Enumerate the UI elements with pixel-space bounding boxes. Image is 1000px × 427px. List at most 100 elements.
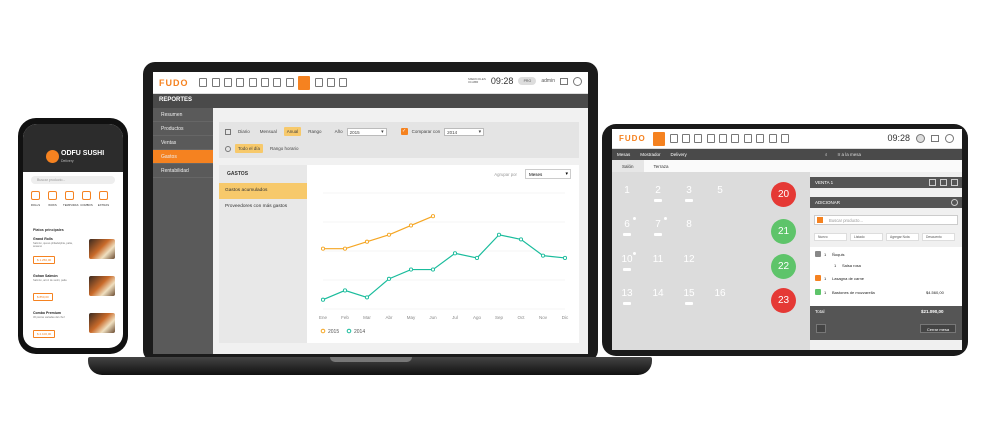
- wallet-icon[interactable]: [756, 134, 765, 143]
- wallet-icon[interactable]: [314, 78, 323, 87]
- cash-register-icon[interactable]: [706, 134, 715, 143]
- globe-icon[interactable]: [339, 78, 348, 87]
- gastos-item-proveedores[interactable]: Proveedores con más gastos: [219, 199, 307, 215]
- category-woks[interactable]: WOKS: [46, 191, 59, 207]
- table-21[interactable]: 21: [771, 219, 796, 244]
- order-row[interactable]: 1 Lasagna de carne: [810, 273, 962, 284]
- table-8[interactable]: 8: [678, 215, 700, 237]
- button-agregar-nota[interactable]: Agregar Nota: [886, 233, 919, 241]
- chart-icon[interactable]: [211, 78, 220, 87]
- table-22[interactable]: 22: [771, 254, 796, 279]
- truck-icon[interactable]: [273, 78, 282, 87]
- category-extras[interactable]: EXTRAS: [97, 191, 110, 207]
- cash-register-icon[interactable]: [248, 78, 257, 87]
- year-select[interactable]: 2015: [346, 127, 387, 136]
- user-name[interactable]: admin: [541, 78, 555, 84]
- sidebar-item-gastos[interactable]: Gastos: [153, 150, 213, 164]
- fudo-logo[interactable]: FUDO: [159, 78, 197, 88]
- plate-price[interactable]: $ 2.100,00: [33, 330, 56, 338]
- period-diario[interactable]: Diario: [235, 127, 253, 136]
- nav-mostrador[interactable]: Mostrador: [635, 149, 665, 160]
- globe-icon[interactable]: [780, 134, 789, 143]
- table-5[interactable]: 5: [709, 181, 731, 203]
- nav-mesas[interactable]: Mesas: [612, 149, 635, 160]
- table-23[interactable]: 23: [771, 288, 796, 313]
- table-14[interactable]: 14: [647, 284, 669, 306]
- scope-rango-horario[interactable]: Rango horario: [267, 144, 302, 153]
- category-rolls[interactable]: ROLLS: [29, 191, 42, 207]
- table-10[interactable]: 10: [616, 250, 638, 272]
- plate-card[interactable]: Grand Rolls Salmón, queso philadelphia, …: [33, 237, 115, 267]
- tab-terraza[interactable]: Terraza: [644, 160, 679, 172]
- table-7[interactable]: 7: [647, 215, 669, 237]
- table-16[interactable]: 16: [709, 284, 731, 306]
- close-table-button[interactable]: Cerrar mesa: [920, 324, 956, 333]
- utensils-icon[interactable]: [199, 78, 208, 87]
- nav-delivery[interactable]: Delivery: [666, 149, 692, 160]
- settings-icon[interactable]: [916, 133, 925, 143]
- table-11[interactable]: 11: [647, 250, 669, 272]
- table-20[interactable]: 20: [771, 182, 796, 207]
- sidebar-item-ventas[interactable]: Ventas: [153, 136, 213, 150]
- button-nuevo[interactable]: Nuevo: [814, 233, 847, 241]
- period-mensual[interactable]: Mensual: [257, 127, 280, 136]
- plate-card[interactable]: Combo Premium 30 piezas variadas del che…: [33, 311, 115, 341]
- tab-salon[interactable]: Salón: [612, 160, 644, 172]
- people-icon[interactable]: [261, 78, 270, 87]
- category-combos[interactable]: COMBOS: [80, 191, 93, 207]
- edit-icon[interactable]: [951, 179, 958, 186]
- order-row[interactable]: 1 Ñoquis: [810, 249, 962, 260]
- group-by-select[interactable]: Meses: [525, 169, 571, 179]
- box-icon[interactable]: [285, 78, 294, 87]
- sidebar-item-resumen[interactable]: Resumen: [153, 108, 213, 122]
- store-icon[interactable]: [326, 78, 335, 87]
- table-2[interactable]: 2: [647, 181, 669, 203]
- table-13[interactable]: 13: [616, 284, 638, 306]
- phone-search-input[interactable]: Buscar producto...: [31, 176, 115, 184]
- go-to-table-input[interactable]: ⌕ Ir a la mesa: [820, 149, 871, 160]
- table-1[interactable]: 1: [616, 181, 638, 203]
- order-row[interactable]: 1 Salsa rosa: [810, 260, 962, 271]
- help-icon[interactable]: [573, 76, 582, 86]
- pro-badge[interactable]: PRO: [518, 77, 537, 85]
- truck-icon[interactable]: [731, 134, 740, 143]
- document-icon[interactable]: [236, 78, 245, 87]
- button-listado[interactable]: Listado: [850, 233, 883, 241]
- table-3[interactable]: 3: [678, 181, 700, 203]
- plate-price[interactable]: $ 1.250,00: [33, 256, 56, 264]
- sidebar-item-rentabilidad[interactable]: Rentabilidad: [153, 164, 213, 178]
- mail-icon[interactable]: [560, 77, 568, 85]
- utensils-icon[interactable]: [653, 131, 666, 146]
- period-rango[interactable]: Rango: [305, 127, 324, 136]
- box-icon[interactable]: [743, 134, 752, 143]
- compare-select[interactable]: 2014: [444, 127, 485, 136]
- list-icon[interactable]: [681, 134, 690, 143]
- button-descuento[interactable]: Descuento: [922, 233, 955, 241]
- gear-icon[interactable]: [951, 199, 958, 206]
- chart-icon[interactable]: [669, 134, 678, 143]
- phone-icon[interactable]: [929, 179, 936, 186]
- mail-icon[interactable]: [931, 134, 939, 142]
- table-12[interactable]: 12: [678, 250, 700, 272]
- compare-checkbox[interactable]: ✓: [400, 128, 408, 135]
- scope-todo-el-dia[interactable]: Todo el día: [235, 144, 264, 153]
- table-15[interactable]: 15: [678, 284, 700, 306]
- sidebar-item-productos[interactable]: Productos: [153, 122, 213, 136]
- print-icon[interactable]: [940, 179, 947, 186]
- help-icon[interactable]: [945, 133, 954, 143]
- period-anual[interactable]: Anual: [283, 127, 302, 136]
- order-row[interactable]: 1 Bastones de mozzarella $4.560,00: [810, 287, 962, 298]
- store-icon[interactable]: [768, 134, 777, 143]
- product-search-input[interactable]: Buscar producto...: [814, 215, 958, 225]
- fudo-logo[interactable]: FUDO: [619, 134, 651, 143]
- document-icon[interactable]: [694, 134, 703, 143]
- plate-card[interactable]: Gohan Salmón Salmón, arroz de sushi, pal…: [33, 274, 115, 304]
- people-icon[interactable]: [719, 134, 728, 143]
- reports-icon[interactable]: [298, 75, 311, 90]
- category-tempuras[interactable]: TEMPURAS: [63, 191, 79, 207]
- print-ticket-button[interactable]: [816, 324, 826, 333]
- table-6[interactable]: 6: [616, 215, 638, 237]
- plate-price[interactable]: $ 850,00: [33, 293, 53, 301]
- list-icon[interactable]: [223, 78, 232, 87]
- gastos-item-acumulados[interactable]: Gastos acumulados: [219, 183, 307, 199]
